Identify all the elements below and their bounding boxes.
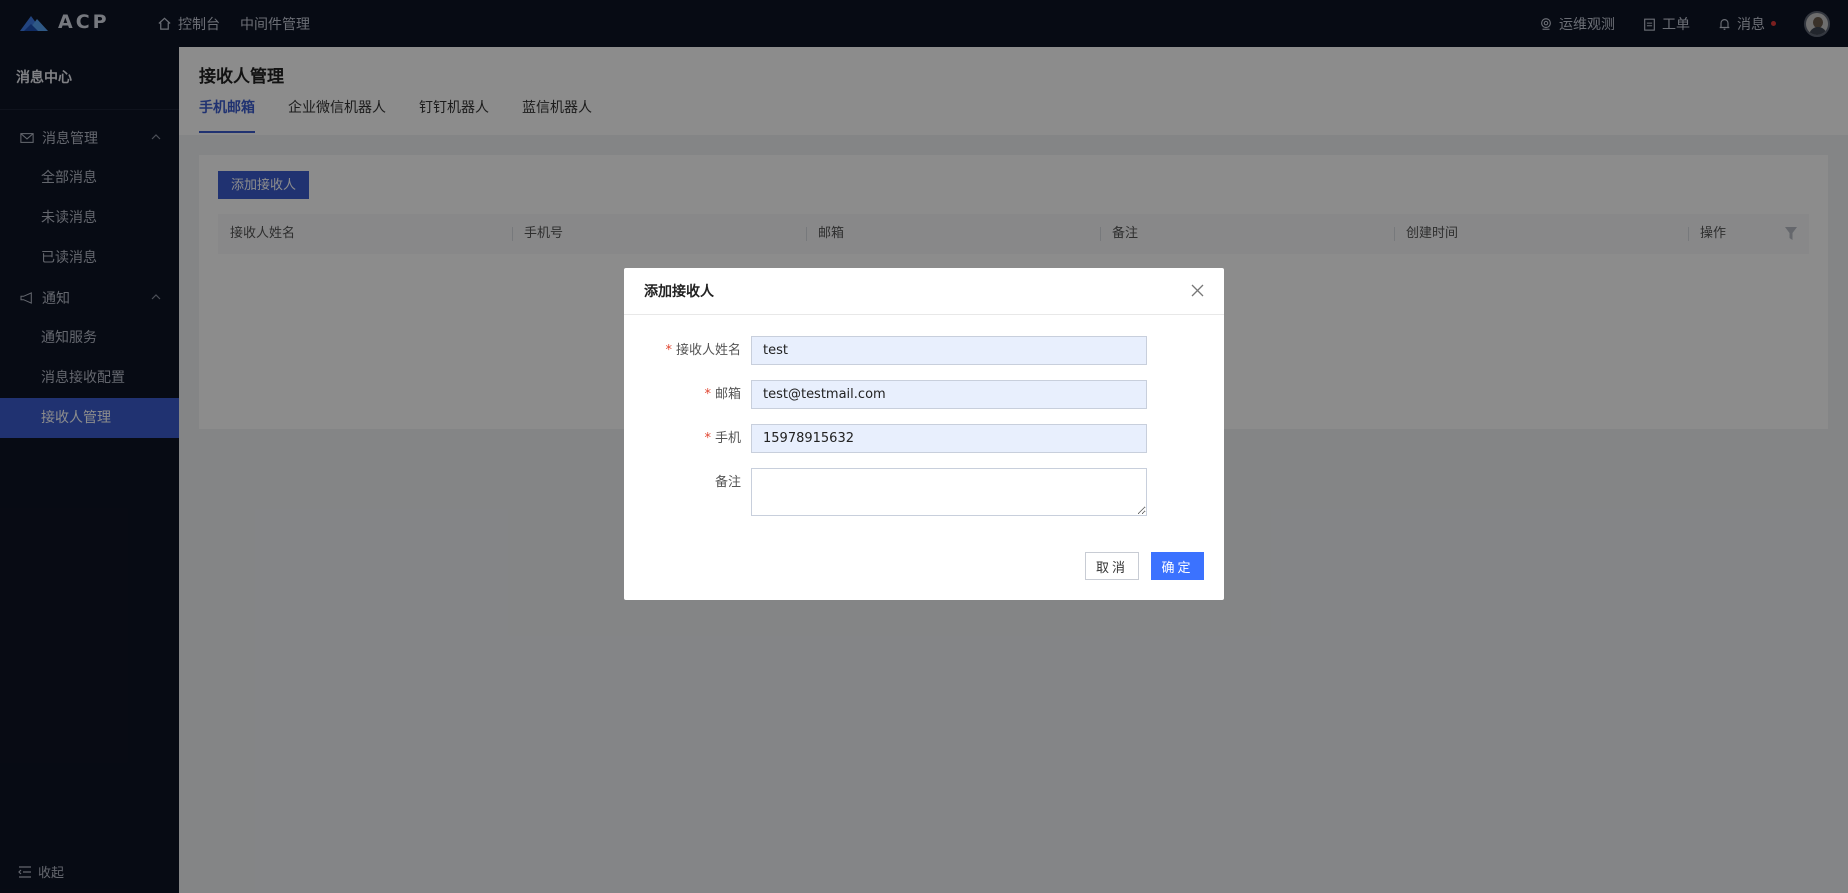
- remark-label-text: 备注: [714, 475, 741, 490]
- cancel-button[interactable]: 取消: [1085, 552, 1139, 580]
- phone-label-text: 手机: [714, 431, 741, 446]
- required-mark: *: [665, 343, 672, 358]
- confirm-button[interactable]: 确定: [1151, 552, 1204, 580]
- form-row-email: * 邮箱: [624, 380, 1224, 409]
- modal-overlay[interactable]: 添加接收人 *接收人姓名 *邮箱 *手机 备注 取消 确定: [0, 0, 1848, 893]
- required-mark: *: [704, 387, 711, 402]
- dialog-header: 添加接收人: [624, 268, 1224, 315]
- add-receiver-dialog: 添加接收人 *接收人姓名 *邮箱 *手机 备注 取消 确定: [624, 268, 1224, 600]
- email-input[interactable]: [751, 380, 1147, 409]
- name-label-text: 接收人姓名: [675, 343, 741, 358]
- remark-field-label: 备注: [624, 468, 751, 497]
- name-field-label: * 接收人姓名: [624, 336, 751, 365]
- required-mark: *: [704, 431, 711, 446]
- close-icon[interactable]: [1191, 284, 1204, 297]
- email-field-label: * 邮箱: [624, 380, 751, 409]
- receiver-name-input[interactable]: [751, 336, 1147, 365]
- form-row-phone: * 手机: [624, 424, 1224, 453]
- form-row-remark: 备注: [624, 468, 1224, 516]
- form-row-name: * 接收人姓名: [624, 336, 1224, 365]
- remark-textarea[interactable]: [751, 468, 1147, 516]
- phone-input[interactable]: [751, 424, 1147, 453]
- email-label-text: 邮箱: [714, 387, 741, 402]
- phone-field-label: * 手机: [624, 424, 751, 453]
- dialog-title: 添加接收人: [644, 284, 714, 300]
